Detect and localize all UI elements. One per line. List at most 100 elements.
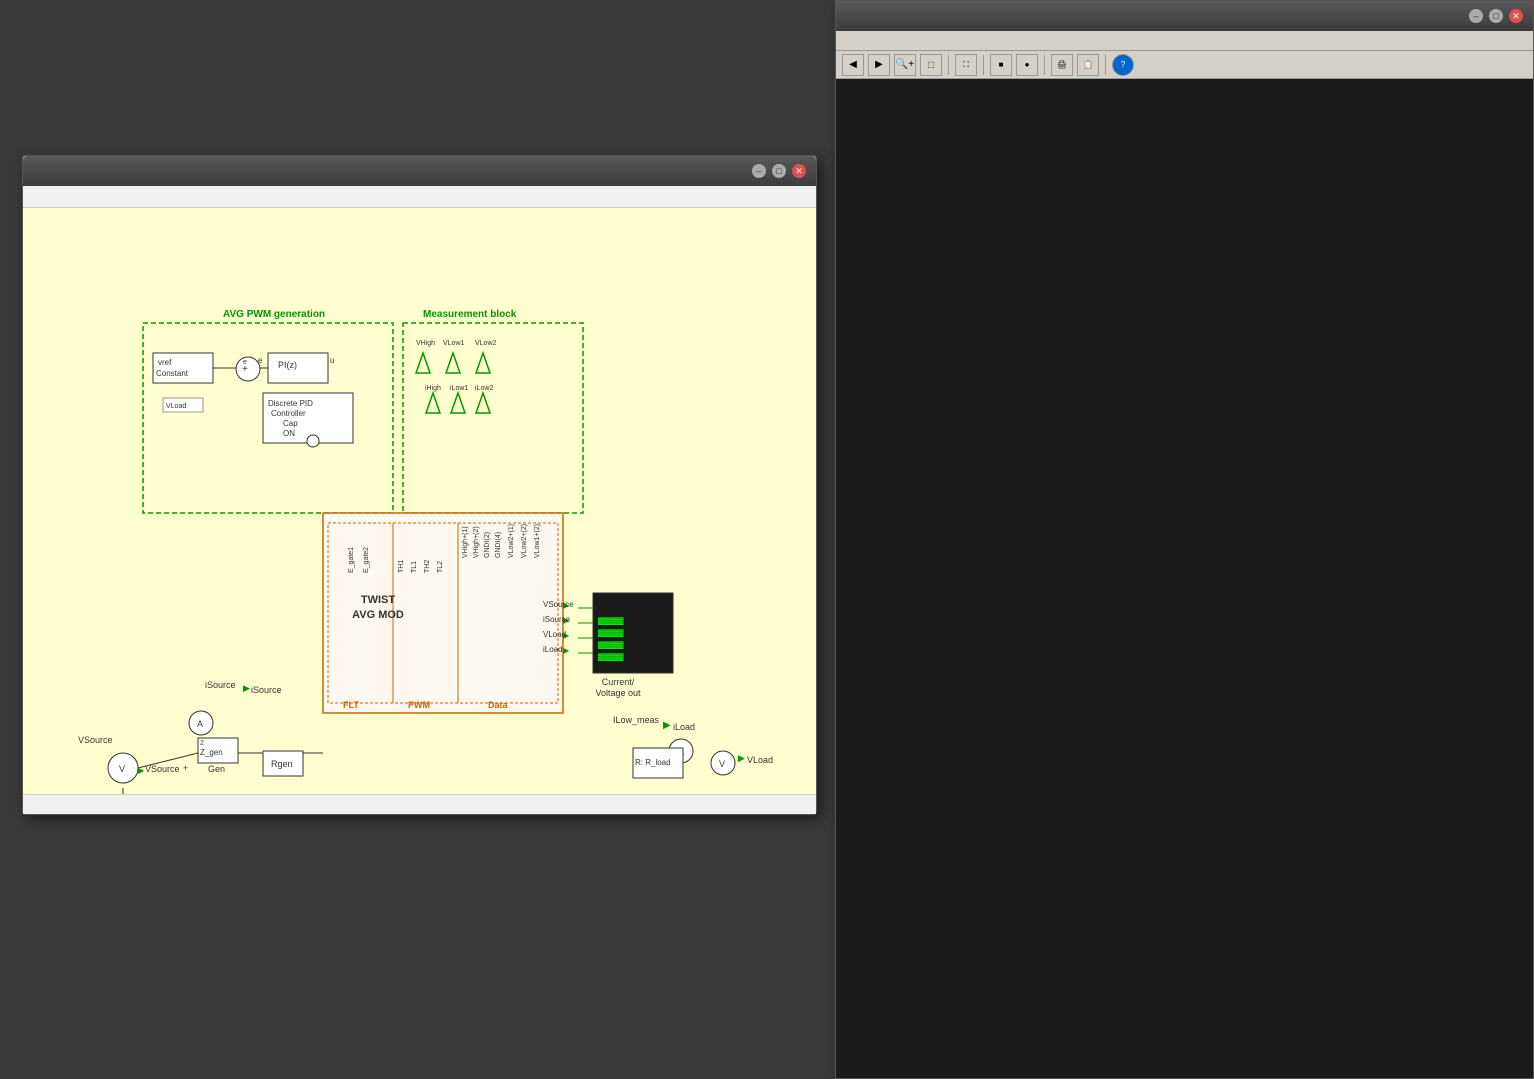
svg-text:TWIST: TWIST — [361, 594, 395, 606]
svg-text:VHigh+(2): VHigh+(2) — [473, 526, 480, 558]
svg-text:PWM: PWM — [408, 700, 430, 710]
svg-text:▓▓▓▓▓: ▓▓▓▓▓ — [598, 653, 624, 661]
svg-text:TH2: TH2 — [424, 560, 431, 573]
scope-window: – □ ✕ ◀ ▶ 🔍+ ⬚ ⛶ ■ ● 🖨 📋 ? — [835, 0, 1534, 1079]
svg-text:▶: ▶ — [563, 646, 570, 655]
svg-text:▶: ▶ — [663, 720, 671, 731]
svg-text:iSource: iSource — [205, 680, 236, 690]
svg-text:TL1: TL1 — [411, 561, 418, 573]
svg-text:VSource: VSource — [543, 600, 574, 609]
x-axis-title — [836, 1074, 1533, 1078]
simulink-canvas: AVG PWM generation Measurement block vre… — [23, 208, 816, 794]
svg-text:iSource: iSource — [543, 615, 571, 624]
scope-plots — [836, 79, 1533, 1074]
svg-text:Current/: Current/ — [602, 677, 635, 687]
svg-text:iLoad: iLoad — [673, 722, 695, 732]
svg-text:iHigh: iHigh — [425, 385, 441, 392]
svg-text:R: R_load: R: R_load — [635, 758, 671, 767]
diagram-desc — [33, 222, 806, 267]
pan-button[interactable]: ⛶ — [955, 54, 977, 76]
zoom-in-button[interactable]: 🔍+ — [894, 54, 916, 76]
scope-minimize-button[interactable]: – — [1469, 9, 1483, 23]
close-button[interactable]: ✕ — [792, 164, 806, 178]
svg-text:2: 2 — [200, 740, 204, 747]
svg-text:VHigh+(1): VHigh+(1) — [462, 526, 469, 558]
svg-text:e: e — [243, 359, 247, 366]
minimize-button[interactable]: – — [752, 164, 766, 178]
svg-text:▓▓▓▓▓: ▓▓▓▓▓ — [598, 629, 624, 637]
svg-text:VSource: VSource — [78, 735, 113, 745]
svg-text:+: + — [183, 763, 188, 773]
maximize-button[interactable]: □ — [772, 164, 786, 178]
zoom-out-button[interactable]: ⬚ — [920, 54, 942, 76]
svg-text:ON: ON — [283, 429, 295, 438]
svg-text:▓▓▓▓▓: ▓▓▓▓▓ — [598, 641, 624, 649]
svg-text:Discrete PID: Discrete PID — [268, 399, 313, 408]
svg-text:VLow1+(2): VLow1+(2) — [534, 524, 541, 558]
svg-text:Gen: Gen — [208, 764, 225, 774]
print-button[interactable]: 🖨 — [1051, 54, 1073, 76]
simulink-menubar — [23, 186, 816, 208]
scope-menubar — [836, 31, 1533, 51]
scope-toolbar: ◀ ▶ 🔍+ ⬚ ⛶ ■ ● 🖨 📋 ? — [836, 51, 1533, 79]
scope-controls[interactable]: – □ ✕ — [1469, 9, 1523, 23]
svg-text:PI(z): PI(z) — [278, 360, 297, 370]
svg-text:u: u — [330, 356, 334, 365]
svg-text:E_gate1: E_gate1 — [348, 547, 355, 573]
svg-text:TH1: TH1 — [398, 560, 405, 573]
svg-text:AVG PWM generation: AVG PWM generation — [223, 309, 325, 320]
svg-text:VLoad: VLoad — [543, 630, 566, 639]
svg-text:iSource: iSource — [251, 685, 282, 695]
svg-text:E_gate2: E_gate2 — [363, 547, 370, 573]
scope-close-button[interactable]: ✕ — [1509, 9, 1523, 23]
svg-text:Measurement block: Measurement block — [423, 309, 517, 320]
toolbar-separator-3 — [1044, 55, 1045, 75]
svg-text:ILow_meas: ILow_meas — [613, 715, 660, 725]
run-button[interactable]: ● — [1016, 54, 1038, 76]
svg-text:iLoad: iLoad — [543, 645, 563, 654]
svg-text:V: V — [719, 759, 725, 769]
toolbar-separator-4 — [1105, 55, 1106, 75]
svg-text:Controller: Controller — [271, 409, 306, 418]
svg-text:AVG MOD: AVG MOD — [352, 609, 404, 621]
svg-text:▶: ▶ — [738, 753, 745, 763]
simulink-titlebar: – □ ✕ — [23, 156, 816, 186]
svg-text:▓▓▓▓▓: ▓▓▓▓▓ — [598, 617, 624, 625]
svg-text:GNDI(4): GNDI(4) — [495, 532, 502, 558]
scope-maximize-button[interactable]: □ — [1489, 9, 1503, 23]
help-button[interactable]: ? — [1112, 54, 1134, 76]
svg-text:VLow1: VLow1 — [443, 340, 465, 347]
svg-text:Z_gen: Z_gen — [200, 748, 223, 757]
svg-text:Constant: Constant — [156, 369, 189, 378]
svg-text:VLoad: VLoad — [747, 755, 773, 765]
toolbar-separator-2 — [983, 55, 984, 75]
block-diagram: AVG PWM generation Measurement block vre… — [23, 293, 803, 794]
svg-text:VLow2+(2): VLow2+(2) — [521, 524, 528, 558]
svg-text:Rgen: Rgen — [271, 759, 293, 769]
simulink-window: – □ ✕ AVG PWM generation Measurement blo… — [22, 155, 817, 815]
svg-text:Data: Data — [488, 700, 509, 710]
svg-text:VLow2: VLow2 — [475, 340, 497, 347]
svg-text:A: A — [197, 719, 203, 729]
svg-text:VSource: VSource — [145, 764, 180, 774]
window-controls-right[interactable]: – □ ✕ — [752, 164, 806, 178]
svg-text:iLow1: iLow1 — [450, 385, 468, 392]
export-button[interactable]: 📋 — [1077, 54, 1099, 76]
scope-titlebar: – □ ✕ — [836, 1, 1533, 31]
svg-text:FLT: FLT — [343, 700, 359, 710]
svg-text:Cap: Cap — [283, 419, 298, 428]
back-button[interactable]: ◀ — [842, 54, 864, 76]
svg-text:V: V — [119, 764, 125, 774]
svg-text:e: e — [258, 356, 263, 365]
svg-text:vref: vref — [158, 358, 172, 367]
svg-text:iLow2: iLow2 — [475, 385, 493, 392]
svg-text:VLow2+(1): VLow2+(1) — [508, 524, 515, 558]
svg-text:GNDI(2): GNDI(2) — [484, 532, 491, 558]
svg-text:Voltage out: Voltage out — [595, 688, 641, 698]
stop-button[interactable]: ■ — [990, 54, 1012, 76]
svg-text:TL2: TL2 — [437, 561, 444, 573]
forward-button[interactable]: ▶ — [868, 54, 890, 76]
svg-text:VHigh: VHigh — [416, 340, 435, 347]
svg-text:VLoad: VLoad — [166, 403, 186, 410]
simulink-statusbar — [23, 794, 816, 814]
